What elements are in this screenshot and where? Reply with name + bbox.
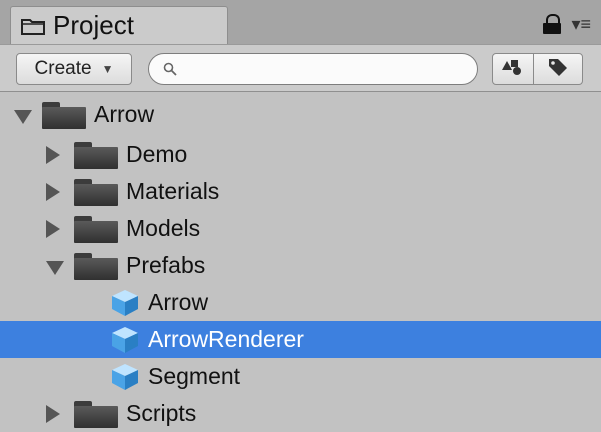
prefab-cube-icon	[110, 362, 140, 392]
tree-item-label: Models	[126, 215, 201, 241]
tab-project[interactable]: Project	[10, 6, 228, 44]
shapes-icon	[502, 58, 524, 81]
prefab-cube-icon	[110, 325, 140, 355]
filter-by-type-button[interactable]	[492, 53, 534, 85]
tree-item-label: Prefabs	[126, 252, 206, 278]
tab-tools: ▾≡	[543, 14, 591, 34]
folder-icon	[74, 251, 118, 281]
tree-folder-item[interactable]: Demo	[0, 136, 601, 173]
foldout-expanded-icon[interactable]	[14, 106, 32, 124]
tree-prefab-item[interactable]: ArrowRenderer	[0, 321, 601, 358]
tree-prefab-item[interactable]: Segment	[0, 358, 601, 395]
tree-item-label: Materials	[126, 178, 220, 204]
filter-by-label-button[interactable]	[533, 53, 583, 85]
foldout-collapsed-icon[interactable]	[46, 219, 64, 238]
search-input[interactable]	[183, 56, 477, 82]
tag-icon	[547, 57, 569, 82]
search-icon	[163, 62, 177, 76]
tree-folder-item[interactable]: Materials	[0, 173, 601, 210]
create-label: Create	[34, 58, 92, 79]
tab-bar: Project ▾≡	[0, 0, 601, 44]
tree-item-label: Demo	[126, 141, 188, 167]
tab-label: Project	[53, 10, 134, 40]
tree-folder-item[interactable]: Arrow	[0, 96, 601, 133]
tree-item-label: Segment	[148, 363, 241, 389]
tree-item-label: Arrow	[148, 289, 209, 315]
tree-item-label: Scripts	[126, 400, 197, 426]
foldout-expanded-icon[interactable]	[46, 257, 64, 275]
chevron-down-icon: ▼	[101, 62, 114, 76]
folder-icon	[74, 140, 118, 170]
folder-icon	[74, 177, 118, 207]
foldout-collapsed-icon[interactable]	[46, 182, 64, 201]
prefab-cube-icon	[110, 288, 140, 318]
tree-prefab-item[interactable]: Arrow	[0, 284, 601, 321]
tree-item-label: Arrow	[94, 101, 155, 127]
folder-icon	[74, 399, 118, 429]
tree-folder-item[interactable]: Scripts	[0, 395, 601, 432]
create-button[interactable]: Create ▼	[16, 53, 132, 85]
folder-icon	[74, 214, 118, 244]
project-window: Project ▾≡ Create ▼ Arrow Demo Materials…	[0, 0, 601, 432]
tree-folder-item[interactable]: Prefabs	[0, 247, 601, 284]
lock-icon[interactable]	[543, 14, 562, 34]
project-toolbar: Create ▼	[0, 44, 601, 92]
window-menu-icon[interactable]: ▾≡	[571, 15, 591, 33]
foldout-collapsed-icon[interactable]	[46, 404, 64, 423]
folder-icon	[21, 17, 45, 35]
search-field[interactable]	[148, 53, 478, 85]
tree-folder-item[interactable]: Models	[0, 210, 601, 247]
folder-icon	[42, 100, 86, 130]
foldout-collapsed-icon[interactable]	[46, 145, 64, 164]
tree-item-label: ArrowRenderer	[148, 326, 304, 352]
